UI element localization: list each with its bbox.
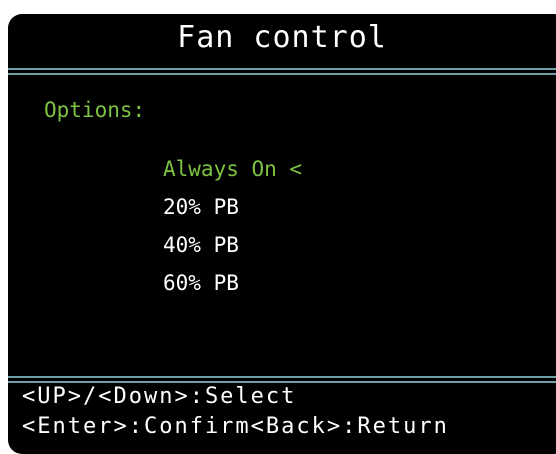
- help-select-hint: <UP>/<Down>:Select: [22, 384, 297, 409]
- fan-control-screen: Fan control Options: Always On < 20% PB …: [8, 14, 556, 454]
- help-confirm-back-hint: <Enter>:Confirm<Back>:Return: [22, 414, 449, 439]
- title-divider-upper: [8, 68, 556, 70]
- page-title: Fan control: [177, 20, 387, 55]
- menu-item-40-pb[interactable]: 40% PB: [163, 226, 302, 264]
- footer-divider-lower: [8, 381, 556, 383]
- options-menu: Always On < 20% PB 40% PB 60% PB: [163, 150, 302, 302]
- options-label: Options:: [44, 98, 146, 122]
- menu-item-always-on[interactable]: Always On <: [163, 150, 302, 188]
- footer-divider-upper: [8, 376, 556, 378]
- menu-item-60-pb[interactable]: 60% PB: [163, 264, 302, 302]
- menu-item-20-pb[interactable]: 20% PB: [163, 188, 302, 226]
- title-divider-lower: [8, 73, 556, 75]
